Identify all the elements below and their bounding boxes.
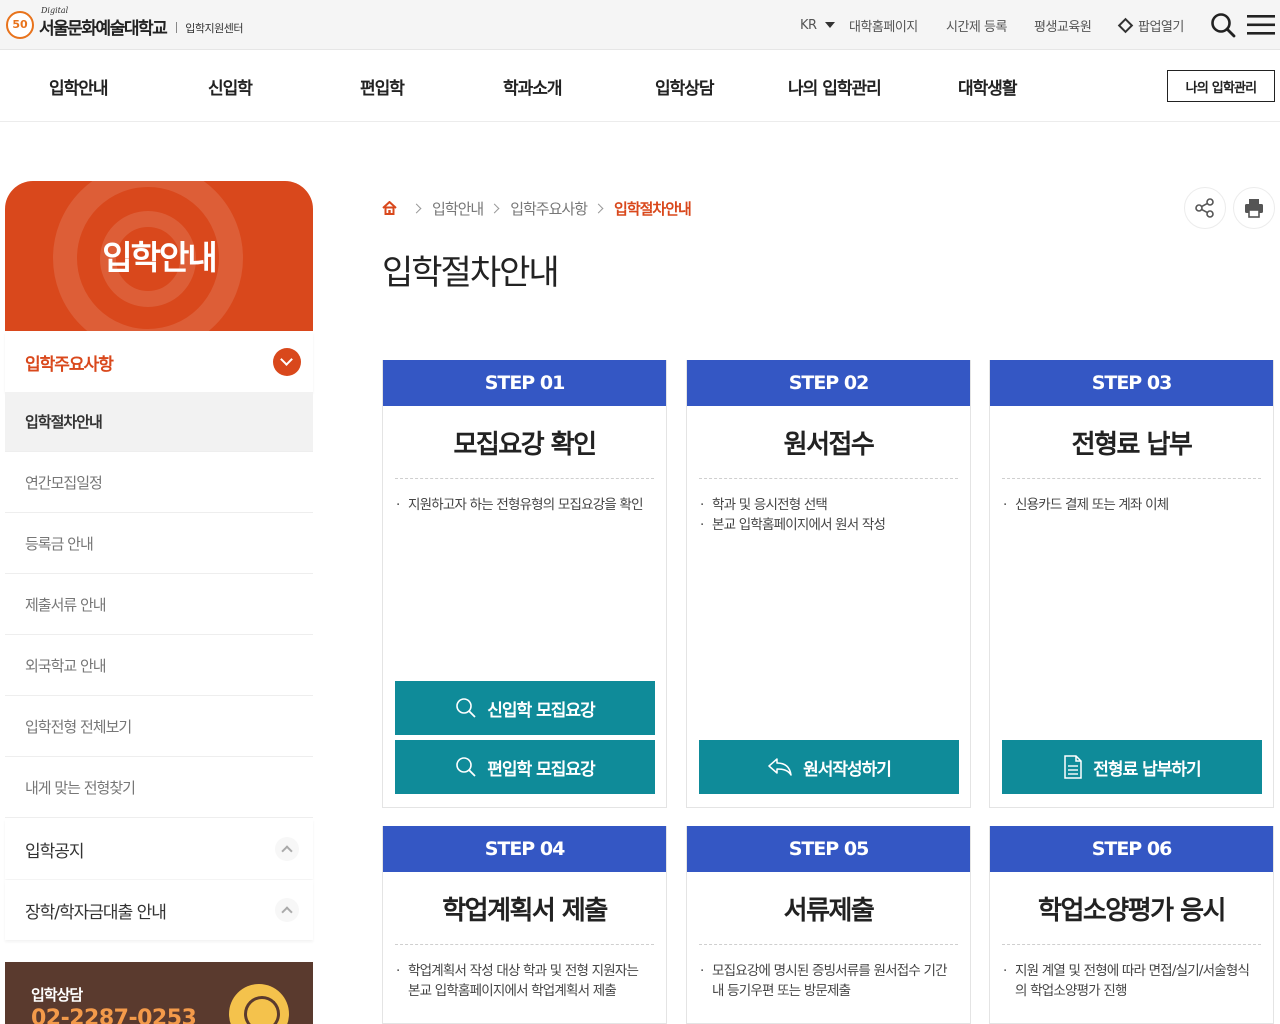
chevron-right-icon <box>593 203 604 213</box>
step-description-item: 지원 계열 및 전형에 따라 면접/실기/서술형식의 학업소양평가 진행 <box>1003 961 1259 1001</box>
lnb-header: 입학안내 <box>5 181 313 331</box>
gnb-item-transfer[interactable]: 편입학 <box>360 51 405 122</box>
chevron-right-icon <box>411 203 422 213</box>
logo-name: 서울문화예술대학교 <box>39 19 168 39</box>
transfer-guide-button[interactable]: 편입학 모집요강 <box>395 740 655 794</box>
lnb-sub-find-track[interactable]: 내게 맞는 전형찾기 <box>5 758 313 818</box>
step-card-02: STEP 02 원서접수 학과 및 응시전형 선택 본교 입학홈페이지에서 원서… <box>686 360 971 808</box>
lnb-category-scholarship[interactable]: 장학/학자금대출 안내 <box>5 880 313 940</box>
lnb-sub-annual-schedule[interactable]: 연간모집일정 <box>5 453 313 513</box>
language-select[interactable]: KR <box>800 0 835 50</box>
step-card-01: STEP 01 모집요강 확인 지원하고자 하는 전형유형의 모집요강을 확인 … <box>382 360 667 808</box>
lnb-category-notice[interactable]: 입학공지 <box>5 819 313 879</box>
logo-subtitle: 입학지원센터 <box>185 21 243 35</box>
popup-open-button[interactable]: 팝업열기 <box>1117 0 1184 50</box>
step-description-item: 본교 입학홈페이지에서 원서 작성 <box>700 515 956 535</box>
step-title: 전형료 납부 <box>1071 429 1193 460</box>
step-title: 학업소양평가 응시 <box>1038 895 1226 926</box>
step-description-item: 신용카드 결제 또는 계좌 이체 <box>1003 495 1259 515</box>
step-card-06: STEP 06 학업소양평가 응시 지원 계열 및 전형에 따라 면접/실기/서… <box>989 826 1274 1024</box>
breadcrumb-item[interactable]: 입학안내 <box>432 198 484 219</box>
step-card-03: STEP 03 전형료 납부 신용카드 결제 또는 계좌 이체 전형료 납부하기 <box>989 360 1274 808</box>
part-time-registration-link[interactable]: 시간제 등록 <box>946 0 1007 50</box>
logo-emblem-icon: 50 <box>6 10 34 39</box>
chevron-down-icon <box>273 348 301 376</box>
search-icon <box>456 757 476 777</box>
step-description: 학과 및 응시전형 선택 본교 입학홈페이지에서 원서 작성 <box>687 479 970 535</box>
lnb-sub-foreign-school[interactable]: 외국학교 안내 <box>5 636 313 696</box>
gnb-item-campus-life[interactable]: 대학생활 <box>958 51 1018 122</box>
logo-script: Digital <box>41 6 69 15</box>
lifelong-education-link[interactable]: 평생교육원 <box>1034 0 1092 50</box>
contact-label: 입학상담 <box>31 986 83 1004</box>
share-button[interactable] <box>1184 187 1226 229</box>
freshman-guide-button[interactable]: 신입학 모집요강 <box>395 681 655 735</box>
chevron-up-icon <box>275 898 299 922</box>
share-icon <box>1195 198 1214 218</box>
home-icon[interactable] <box>382 201 397 215</box>
step-label: STEP 06 <box>990 826 1273 872</box>
my-admission-button[interactable]: 나의 입학관리 <box>1167 70 1275 102</box>
lnb-sub-tuition[interactable]: 등록금 안내 <box>5 514 313 574</box>
gnb-item-admission-guide[interactable]: 입학안내 <box>49 51 109 122</box>
site-logo[interactable]: 50 Digital 서울문화예술대학교 입학지원센터 <box>6 6 243 39</box>
step-label: STEP 01 <box>383 360 666 406</box>
gnb-item-departments[interactable]: 학과소개 <box>503 51 563 122</box>
step-card-04: STEP 04 학업계획서 제출 학업계획서 작성 대상 학과 및 전형 지원자… <box>382 826 667 1024</box>
gnb-item-consultation[interactable]: 입학상담 <box>655 51 715 122</box>
application-write-button[interactable]: 원서작성하기 <box>699 740 959 794</box>
step-description: 모집요강에 명시된 증빙서류를 원서접수 기간내 등기우편 또는 방문제출 <box>687 945 970 1001</box>
headset-icon <box>229 984 289 1024</box>
page-title: 입학절차안내 <box>382 253 560 293</box>
hamburger-menu-icon[interactable] <box>1247 14 1275 36</box>
search-icon <box>456 698 476 718</box>
step-description: 지원하고자 하는 전형유형의 모집요강을 확인 <box>383 479 666 515</box>
breadcrumb: 입학안내 입학주요사항 입학절차안내 <box>382 196 692 220</box>
gnb-item-freshman[interactable]: 신입학 <box>208 51 253 122</box>
step-label: STEP 04 <box>383 826 666 872</box>
caret-down-icon <box>824 22 835 28</box>
main-navigation: 입학안내 신입학 편입학 학과소개 입학상담 나의 입학관리 대학생활 나의 입… <box>0 51 1280 122</box>
step-title: 서류제출 <box>783 895 875 926</box>
chevron-right-icon <box>489 203 500 213</box>
consultation-contact[interactable]: 입학상담 02-2287-0253 <box>5 962 313 1024</box>
layers-icon <box>1117 17 1134 33</box>
lnb-sub-all-tracks[interactable]: 입학전형 전체보기 <box>5 697 313 757</box>
step-title: 학업계획서 제출 <box>442 895 608 926</box>
step-title: 모집요강 확인 <box>453 429 597 460</box>
step-description-item: 지원하고자 하는 전형유형의 모집요강을 확인 <box>396 495 652 515</box>
utility-bar: 50 Digital 서울문화예술대학교 입학지원센터 KR 대학홈페이지 시간… <box>0 0 1280 50</box>
step-description-item: 학업계획서 작성 대상 학과 및 전형 지원자는 본교 입학홈페이지에서 학업계… <box>396 961 652 1001</box>
step-title: 원서접수 <box>783 429 875 460</box>
step-label: STEP 03 <box>990 360 1273 406</box>
step-card-05: STEP 05 서류제출 모집요강에 명시된 증빙서류를 원서접수 기간내 등기… <box>686 826 971 1024</box>
step-description-item: 학과 및 응시전형 선택 <box>700 495 956 515</box>
gnb-item-my-admission[interactable]: 나의 입학관리 <box>788 51 882 122</box>
chevron-up-icon <box>275 837 299 861</box>
lnb-sub-documents[interactable]: 제출서류 안내 <box>5 575 313 635</box>
lnb-title: 입학안내 <box>102 238 217 277</box>
printer-icon <box>1245 199 1263 218</box>
breadcrumb-current: 입학절차안내 <box>614 199 692 218</box>
university-homepage-link[interactable]: 대학홈페이지 <box>849 0 918 50</box>
step-label: STEP 02 <box>687 360 970 406</box>
step-description-item: 모집요강에 명시된 증빙서류를 원서접수 기간내 등기우편 또는 방문제출 <box>700 961 956 1001</box>
reply-arrow-icon <box>768 758 792 776</box>
document-icon <box>1064 755 1083 779</box>
lnb-sub-procedure[interactable]: 입학절차안내 <box>5 392 313 452</box>
step-description: 신용카드 결제 또는 계좌 이체 <box>990 479 1273 515</box>
logo-divider <box>176 22 178 33</box>
print-button[interactable] <box>1233 187 1275 229</box>
contact-phone: 02-2287-0253 <box>31 1006 197 1024</box>
step-description: 지원 계열 및 전형에 따라 면접/실기/서술형식의 학업소양평가 진행 <box>990 945 1273 1001</box>
step-label: STEP 05 <box>687 826 970 872</box>
lnb-category-admission-essentials[interactable]: 입학주요사항 <box>5 332 313 392</box>
step-description: 학업계획서 작성 대상 학과 및 전형 지원자는 본교 입학홈페이지에서 학업계… <box>383 945 666 1001</box>
breadcrumb-item[interactable]: 입학주요사항 <box>510 198 588 219</box>
fee-payment-button[interactable]: 전형료 납부하기 <box>1002 740 1262 794</box>
search-icon[interactable] <box>1210 12 1236 38</box>
